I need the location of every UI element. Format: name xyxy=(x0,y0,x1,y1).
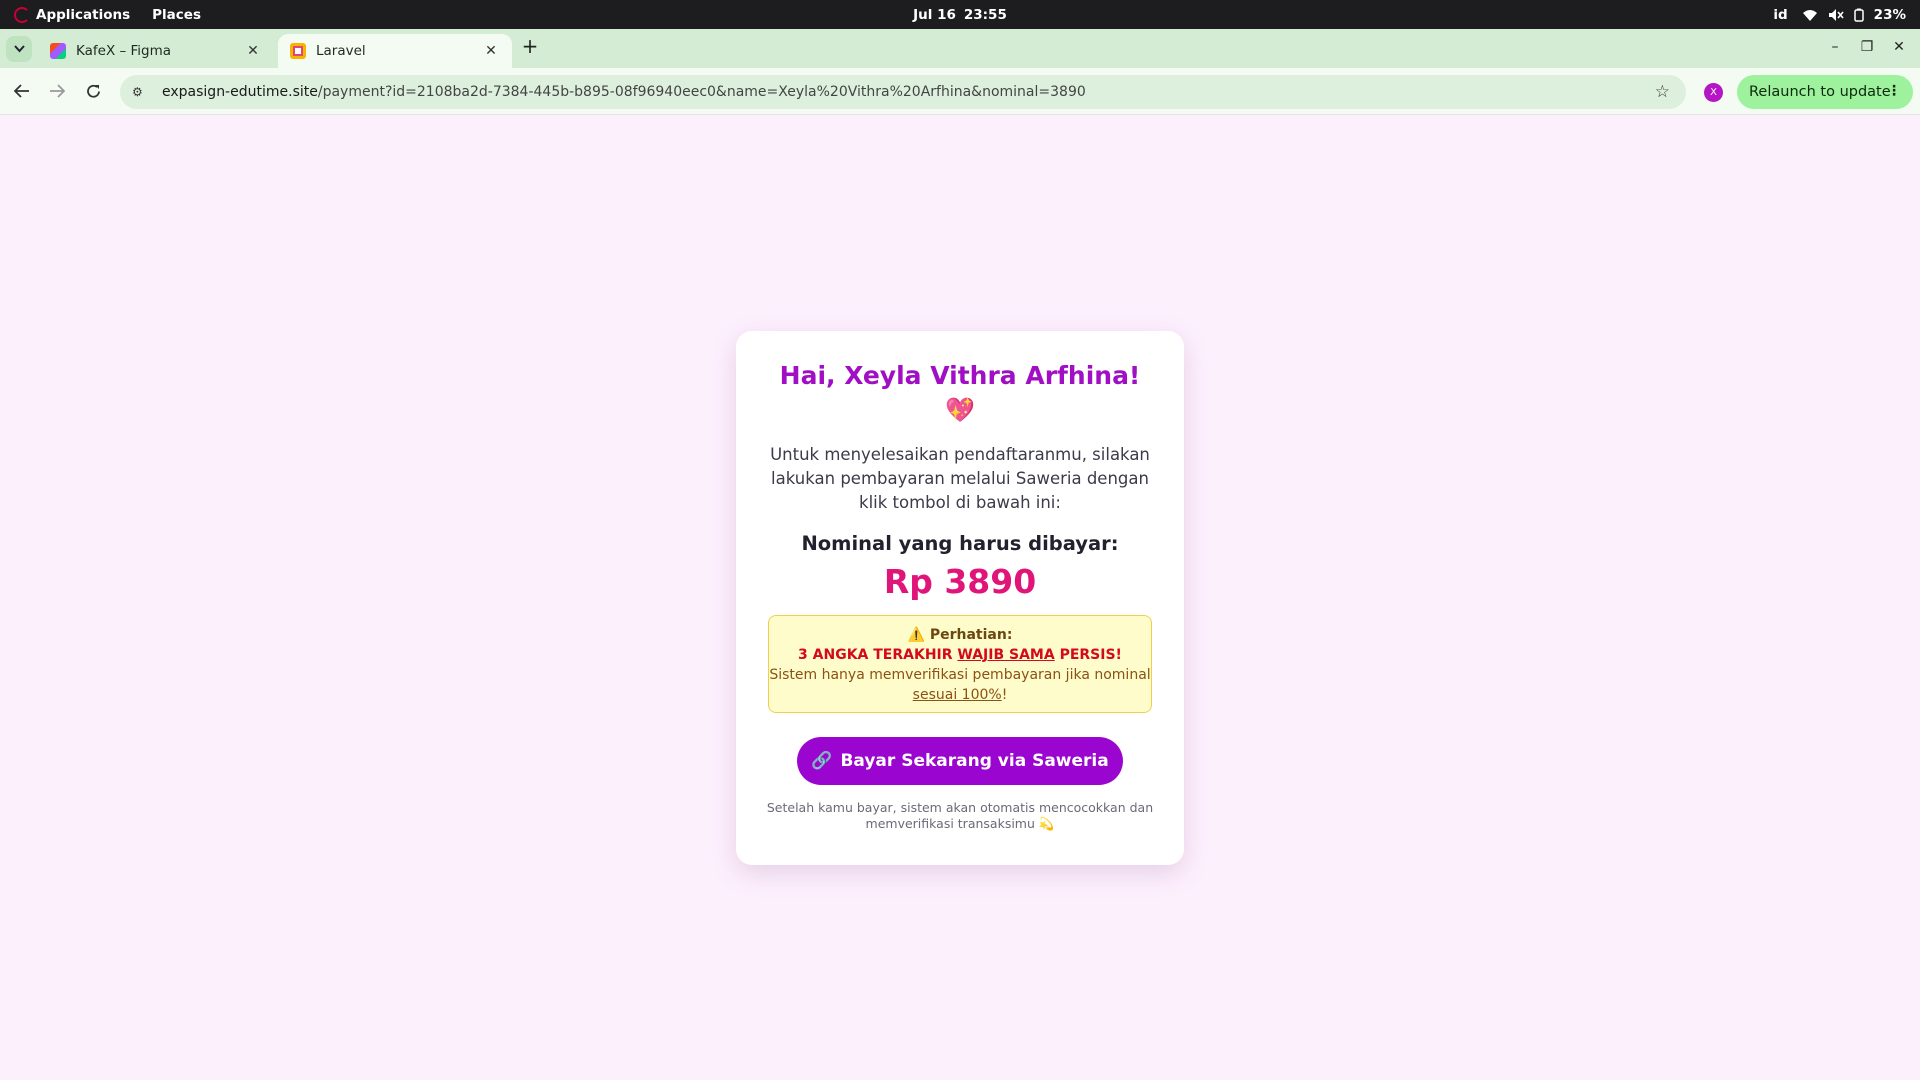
relaunch-update-button[interactable]: Relaunch to update ⋮ xyxy=(1737,75,1913,109)
address-bar[interactable]: ⚙ expasign-edutime.site/payment?id=2108b… xyxy=(120,75,1686,109)
restore-icon[interactable]: ❐ xyxy=(1860,39,1874,55)
intro-text: Untuk menyelesaikan pendaftaranmu, silak… xyxy=(770,445,1150,512)
warning-alert: 3 ANGKA TERAKHIR WAJIB SAMA PERSIS! xyxy=(798,647,1122,663)
forward-button[interactable] xyxy=(45,79,69,103)
tab-title: Laravel xyxy=(316,43,366,59)
tab-strip: KafeX – Figma ✕ Laravel ✕ + – ❐ ✕ xyxy=(0,29,1920,68)
chevron-down-icon xyxy=(13,45,25,53)
kebab-menu-icon[interactable]: ⋮ xyxy=(1887,83,1901,99)
tab-search-button[interactable] xyxy=(6,36,32,62)
keyboard-layout-indicator[interactable]: id xyxy=(1773,7,1787,23)
payment-card: Hai, Xeyla Vithra Arfhina! 💖 Untuk menye… xyxy=(736,331,1184,865)
warning-box: ⚠️ Perhatian: 3 ANGKA TERAKHIR WAJIB SAM… xyxy=(768,615,1152,713)
wifi-icon xyxy=(1802,9,1817,21)
site-info-icon[interactable]: ⚙ xyxy=(132,85,150,99)
clock-date[interactable]: Jul 16 xyxy=(913,7,956,23)
laravel-favicon-icon xyxy=(290,43,306,59)
clock-time[interactable]: 23:55 xyxy=(964,7,1007,23)
window-controls: – ❐ ✕ xyxy=(1828,39,1906,55)
profile-avatar[interactable]: X xyxy=(1704,83,1723,102)
footnote-text: Setelah kamu bayar, sistem akan otomatis… xyxy=(766,800,1154,831)
sparkling-heart-icon: 💖 xyxy=(945,396,975,424)
new-tab-button[interactable]: + xyxy=(520,34,540,58)
tab-figma[interactable]: KafeX – Figma ✕ xyxy=(38,34,274,68)
system-tray[interactable]: 23% xyxy=(1802,7,1906,23)
back-button[interactable] xyxy=(10,79,34,103)
arrow-right-icon xyxy=(50,84,65,98)
greeting-heading: Hai, Xeyla Vithra Arfhina! 💖 xyxy=(756,359,1164,427)
tab-title: KafeX – Figma xyxy=(76,43,172,59)
debian-logo-icon xyxy=(14,6,30,23)
battery-icon xyxy=(1853,8,1864,22)
payment-amount: Rp 3890 xyxy=(883,562,1037,601)
places-menu[interactable]: Places xyxy=(152,7,201,23)
tab-laravel[interactable]: Laravel ✕ xyxy=(278,34,512,68)
browser-toolbar: ⚙ expasign-edutime.site/payment?id=2108b… xyxy=(0,68,1920,115)
nominal-label: Nominal yang harus dibayar: xyxy=(801,532,1119,555)
close-tab-icon[interactable]: ✕ xyxy=(482,42,500,60)
bookmark-star-icon[interactable]: ☆ xyxy=(1655,82,1670,102)
pay-button-label: Bayar Sekarang via Saweria xyxy=(840,751,1109,771)
minimize-icon[interactable]: – xyxy=(1828,39,1842,55)
url-path: /payment?id=2108ba2d-7384-445b-b895-08f9… xyxy=(317,84,1086,100)
warning-body: Sistem hanya memverifikasi pembayaran ji… xyxy=(769,667,1151,703)
pay-via-saweria-button[interactable]: 🔗 Bayar Sekarang via Saweria xyxy=(797,737,1123,785)
close-tab-icon[interactable]: ✕ xyxy=(244,42,262,60)
warning-alert-emphasis: WAJIB SAMA xyxy=(957,647,1055,663)
link-icon: 🔗 xyxy=(811,751,833,771)
relaunch-label: Relaunch to update xyxy=(1749,84,1891,100)
warning-body-emphasis: sesuai 100% xyxy=(912,687,1002,703)
arrow-left-icon xyxy=(14,84,29,98)
close-window-icon[interactable]: ✕ xyxy=(1892,39,1906,55)
greeting-text: Hai, Xeyla Vithra Arfhina! xyxy=(779,361,1141,390)
applications-menu[interactable]: Applications xyxy=(14,6,131,23)
figma-favicon-icon xyxy=(50,43,66,59)
clock: Jul 16 23:55 xyxy=(0,0,1920,29)
url-host: expasign-edutime.site xyxy=(162,84,318,100)
reload-icon xyxy=(86,84,100,98)
battery-percentage: 23% xyxy=(1873,6,1906,23)
volume-muted-icon xyxy=(1828,8,1844,21)
applications-label: Applications xyxy=(36,6,131,23)
reload-button[interactable] xyxy=(81,79,105,103)
system-top-bar: Applications Places Jul 16 23:55 id 23% xyxy=(0,0,1920,29)
warning-title: ⚠️ Perhatian: xyxy=(907,627,1013,643)
